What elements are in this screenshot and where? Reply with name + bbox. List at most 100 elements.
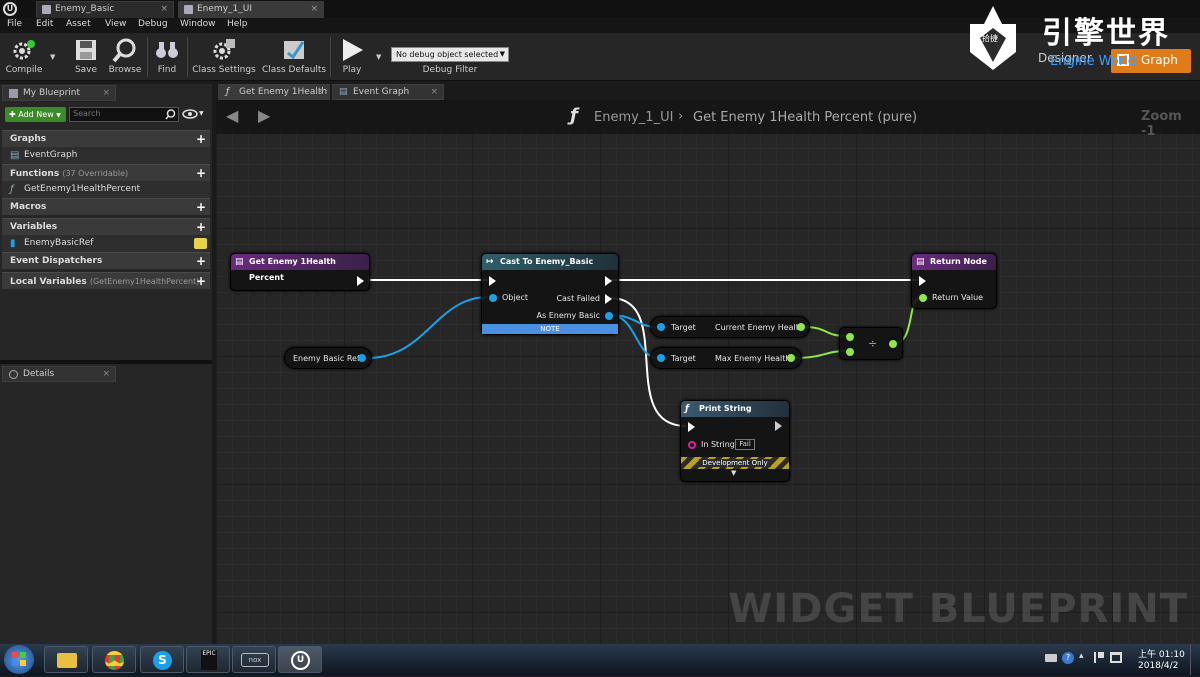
exec-out-pin[interactable] [357,276,364,286]
close-icon[interactable]: × [430,85,438,100]
in-string-field[interactable]: Fail [735,439,755,450]
eye-icon[interactable] [182,109,198,119]
add-function-icon[interactable]: + [195,167,207,179]
debug-object-select[interactable]: No debug object selected ▼ [391,47,509,62]
menu-help[interactable]: Help [227,19,248,29]
chevron-down-icon: ▼ [56,112,61,119]
menu-debug[interactable]: Debug [138,19,168,29]
cast-to-enemy-basic-node[interactable]: ↦ Cast To Enemy_Basic Object Cast Failed … [481,253,619,335]
section-functions[interactable]: Functions (37 Overridable) + [2,164,210,181]
section-graphs[interactable]: Graphs + [2,130,210,147]
start-button[interactable] [4,645,34,674]
menu-edit[interactable]: Edit [36,19,53,29]
menu-asset[interactable]: Asset [66,19,91,29]
section-macros[interactable]: Macros + [2,198,210,215]
taskbar-file-explorer[interactable] [44,646,88,673]
string-pin[interactable] [688,441,696,449]
float-out-pin[interactable] [797,323,805,331]
my-blueprint-tab[interactable]: My Blueprint × [2,85,116,101]
current-enemy-health-node[interactable]: Target Current Enemy Health [650,316,810,338]
keyboard-icon[interactable] [1045,654,1057,662]
return-node[interactable]: ▤ Return Node Return Value [911,253,997,309]
print-string-node[interactable]: ƒ Print String In String Fail Development… [680,400,790,482]
close-icon[interactable]: × [310,2,318,17]
exec-in-pin[interactable] [919,276,926,286]
close-icon[interactable]: × [160,2,168,17]
note-bar[interactable]: NOTE [482,324,618,334]
graph-editor-canvas[interactable]: ◀ ▶ ƒ Enemy_1_UI › Get Enemy 1Health Per… [216,100,1200,644]
float-out-pin[interactable] [787,354,795,362]
float-in-pin-b[interactable] [846,348,854,356]
panel-splitter[interactable] [0,360,212,364]
compile-dropdown-icon[interactable]: ▼ [50,53,55,61]
graph-tab-get-enemy-health[interactable]: ƒ Get Enemy 1Health × [218,84,330,100]
chevron-down-icon[interactable]: ▼ [199,110,204,117]
close-icon[interactable]: × [316,85,324,100]
class-settings-button[interactable]: Class Settings [192,35,256,79]
menu-file[interactable]: File [7,19,22,29]
add-macro-icon[interactable]: + [195,201,207,213]
float-in-pin-a[interactable] [846,333,854,341]
play-dropdown-icon[interactable]: ▼ [376,53,381,61]
clock-date[interactable]: 2018/4/2 [1138,661,1178,671]
expand-chevron-icon[interactable]: ▼ [731,469,736,477]
graph-tab-event-graph[interactable]: ▤ Event Graph × [332,84,444,100]
target-pin[interactable] [657,354,665,362]
divide-node[interactable]: ÷ [839,327,903,360]
compile-button[interactable]: Compile [2,35,46,79]
flag-icon[interactable] [1094,652,1104,663]
save-button[interactable]: Save [68,35,104,79]
tray-expand-icon[interactable]: ▴ [1079,651,1084,661]
details-tab[interactable]: Details × [2,366,116,382]
find-button[interactable]: Find [150,35,184,79]
add-new-button[interactable]: ✚ Add New ▼ [5,107,66,122]
taskbar-unreal-engine[interactable]: U [278,646,322,673]
show-desktop-button[interactable] [1190,644,1200,675]
add-variable-icon[interactable]: + [195,221,207,233]
unreal-engine-logo[interactable]: U [3,2,17,16]
variable-item[interactable]: ▮ EnemyBasicRef [2,235,210,252]
section-event-dispatchers[interactable]: Event Dispatchers + [2,252,210,269]
exec-out-pin[interactable] [605,276,612,286]
function-entry-node[interactable]: ▤ Get Enemy 1Health Percent [230,253,370,291]
taskbar-epic-games[interactable]: EPIC [186,646,230,673]
section-local-variables[interactable]: Local Variables (GetEnemy1HealthPercent)… [2,272,210,289]
search-icon[interactable] [165,109,176,120]
play-button[interactable]: Play [334,35,370,79]
exec-in-pin[interactable] [489,276,496,286]
class-defaults-button[interactable]: Class Defaults [262,35,326,79]
doc-tab-enemy-1-ui[interactable]: Enemy_1_UI × [178,1,324,18]
clock-time[interactable]: 上午 01:10 [1138,647,1185,660]
return-value-pin[interactable] [919,294,927,302]
graph-item-eventgraph[interactable]: ▤ EventGraph [2,147,210,164]
taskbar-nox[interactable]: nox [232,646,276,673]
cast-failed-pin[interactable] [605,294,612,304]
taskbar-skype[interactable]: S [140,646,184,673]
exec-in-pin[interactable] [688,422,695,432]
close-icon[interactable]: × [102,86,110,101]
search-input[interactable]: Search [73,109,100,118]
add-local-variable-icon[interactable]: + [195,275,207,287]
search-box[interactable]: Search [69,107,179,122]
add-graph-icon[interactable]: + [195,133,207,145]
taskbar-chrome[interactable] [92,646,136,673]
float-out-pin[interactable] [889,340,897,348]
enemy-basic-ref-node[interactable]: Enemy Basic Ref [284,347,372,369]
browse-button[interactable]: Browse [106,35,144,79]
menu-view[interactable]: View [105,19,126,29]
object-pin[interactable] [489,294,497,302]
function-item[interactable]: ƒ GetEnemy1HealthPercent [2,181,210,198]
target-pin[interactable] [657,323,665,331]
section-variables[interactable]: Variables + [2,218,210,235]
exec-out-pin[interactable] [775,421,782,431]
doc-tab-enemy-basic[interactable]: Enemy_Basic × [36,1,174,18]
close-icon[interactable]: × [102,367,110,382]
network-icon[interactable] [1110,652,1122,663]
add-dispatcher-icon[interactable]: + [195,255,207,267]
max-enemy-health-node[interactable]: Target Max Enemy Health [650,347,802,369]
help-icon[interactable]: ? [1062,652,1074,664]
object-out-pin[interactable] [358,354,366,362]
visibility-eye-icon[interactable] [194,238,207,249]
as-enemy-basic-pin[interactable] [605,312,613,320]
menu-window[interactable]: Window [180,19,216,29]
